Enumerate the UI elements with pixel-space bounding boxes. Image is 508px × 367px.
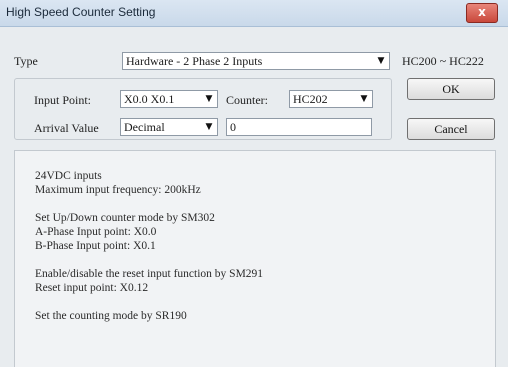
arrival-format-select-value: Decimal xyxy=(124,120,165,134)
arrival-value-input[interactable]: 0 xyxy=(226,118,372,136)
high-speed-counter-dialog: High Speed Counter Setting x Type Hardwa… xyxy=(0,0,508,367)
info-line: Set Up/Down counter mode by SM302 xyxy=(35,212,215,224)
ok-button[interactable]: OK xyxy=(407,78,495,100)
info-line: B-Phase Input point: X0.1 xyxy=(35,240,156,252)
title-bar: High Speed Counter Setting x xyxy=(0,0,508,27)
arrival-value-text: 0 xyxy=(230,120,236,134)
type-label: Type xyxy=(14,54,38,68)
counter-range-text: HC200 ~ HC222 xyxy=(402,54,484,68)
info-line: 24VDC inputs xyxy=(35,170,102,182)
arrival-value-label: Arrival Value xyxy=(34,121,99,135)
info-line: A-Phase Input point: X0.0 xyxy=(35,226,157,238)
info-panel: 24VDC inputs Maximum input frequency: 20… xyxy=(14,150,496,367)
cancel-button[interactable]: Cancel xyxy=(407,118,495,140)
type-select-value: Hardware - 2 Phase 2 Inputs xyxy=(126,54,263,68)
info-line: Maximum input frequency: 200kHz xyxy=(35,184,201,196)
input-point-label: Input Point: xyxy=(34,93,92,107)
counter-select[interactable]: HC202 ▼ xyxy=(289,90,373,108)
chevron-down-icon: ▼ xyxy=(205,122,213,132)
close-icon: x xyxy=(478,5,486,19)
chevron-down-icon: ▼ xyxy=(205,94,213,104)
chevron-down-icon: ▼ xyxy=(377,56,385,66)
counter-select-value: HC202 xyxy=(293,92,328,106)
input-point-select[interactable]: X0.0 X0.1 ▼ xyxy=(120,90,218,108)
info-line: Set the counting mode by SR190 xyxy=(35,310,187,322)
arrival-format-select[interactable]: Decimal ▼ xyxy=(120,118,218,136)
type-select[interactable]: Hardware - 2 Phase 2 Inputs ▼ xyxy=(122,52,390,70)
info-line: Enable/disable the reset input function … xyxy=(35,268,264,280)
chevron-down-icon: ▼ xyxy=(360,94,368,104)
input-point-select-value: X0.0 X0.1 xyxy=(124,92,175,106)
dialog-title: High Speed Counter Setting xyxy=(6,5,156,19)
counter-label: Counter: xyxy=(226,93,268,107)
info-line: Reset input point: X0.12 xyxy=(35,282,149,294)
close-button[interactable]: x xyxy=(466,3,498,23)
